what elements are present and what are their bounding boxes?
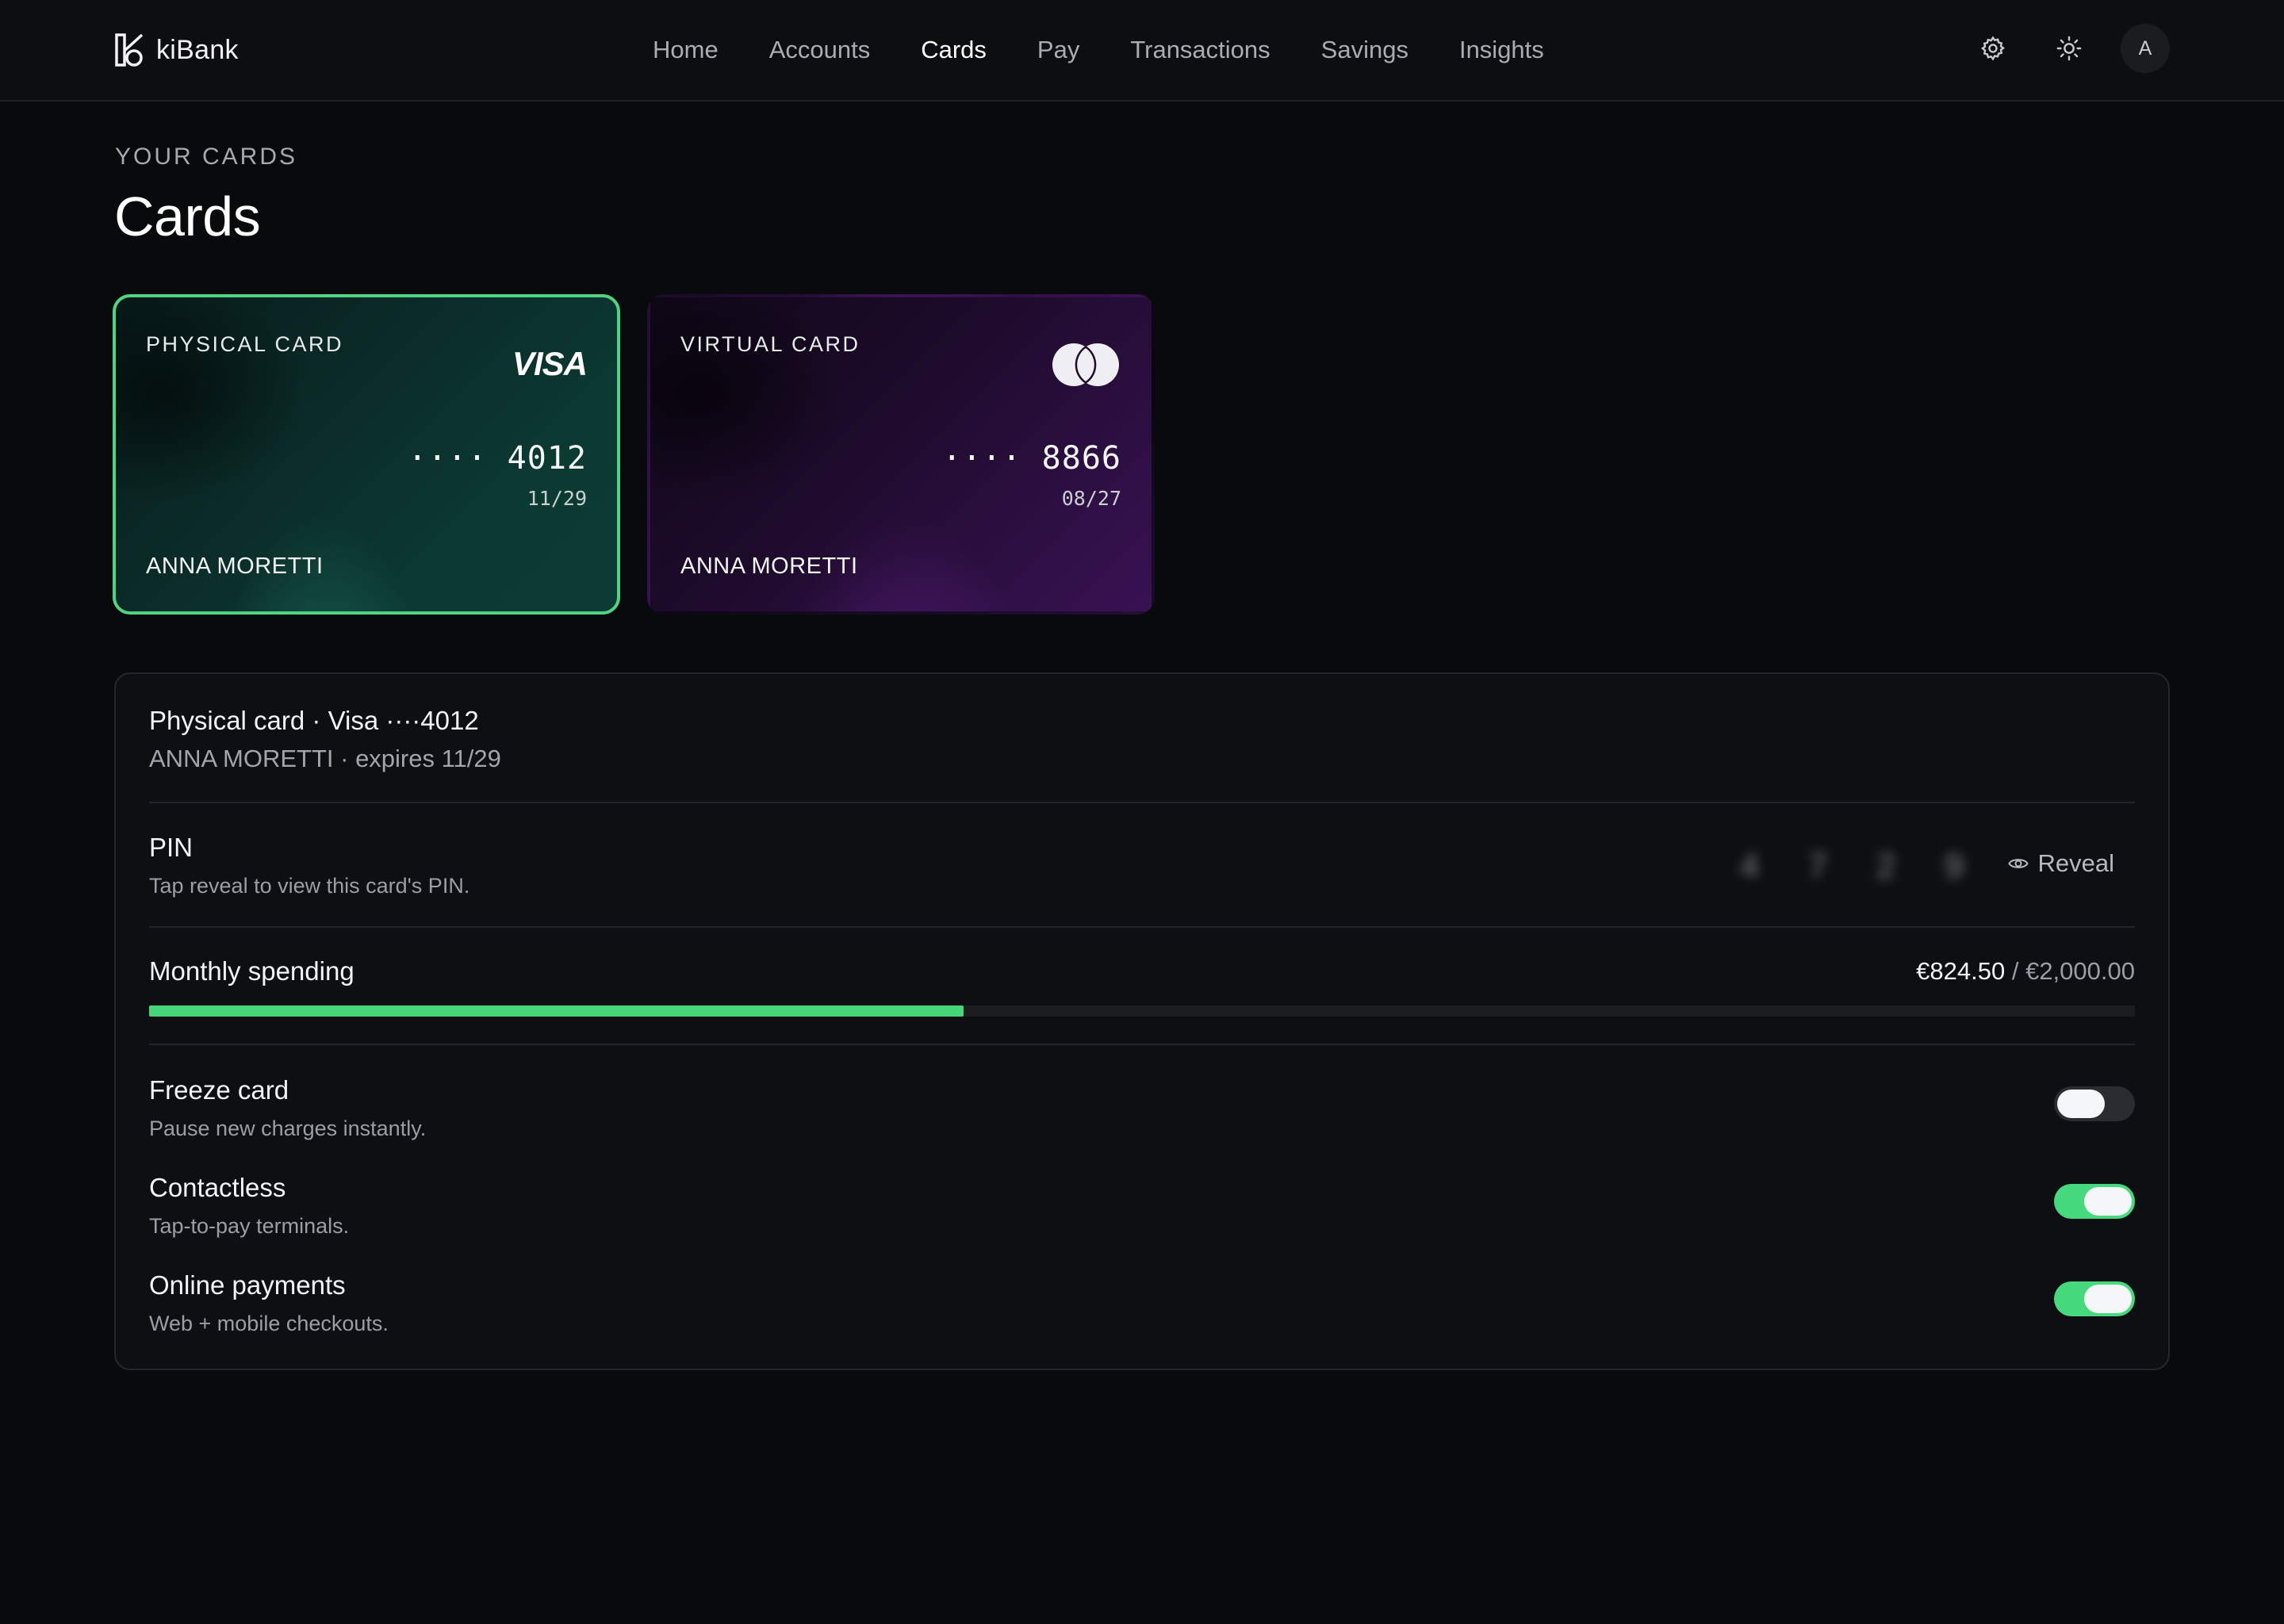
card-type-label: PHYSICAL CARD [146, 332, 344, 356]
pin-digit: 7 [1807, 847, 1828, 886]
gear-icon [1981, 36, 2006, 61]
mastercard-logo-icon [1052, 343, 1119, 386]
brand-logo[interactable]: kiBank [113, 32, 239, 68]
divider [149, 926, 2135, 928]
online-payments-toggle[interactable] [2054, 1281, 2135, 1316]
spending-current: €824.50 [1916, 957, 2006, 985]
divider [149, 1044, 2135, 1045]
online-payments-label: Online payments [149, 1270, 346, 1300]
nav-savings[interactable]: Savings [1321, 36, 1408, 64]
reveal-pin-button[interactable]: Reveal [2007, 849, 2115, 878]
settings-button[interactable] [1968, 24, 2018, 73]
card-expiry: 08/27 [1061, 487, 1121, 510]
pin-digit: 2 [1876, 847, 1896, 886]
nav-home[interactable]: Home [653, 36, 719, 64]
page-eyebrow: YOUR CARDS [115, 144, 298, 170]
freeze-card-toggle[interactable] [2054, 1086, 2135, 1121]
toggle-knob [2057, 1090, 2105, 1118]
theme-toggle-button[interactable] [2044, 24, 2094, 73]
main-nav: Home Accounts Cards Pay Transactions Sav… [653, 0, 1595, 100]
pin-digit: 4 [1739, 847, 1760, 886]
card-number: ···· 4012 [408, 440, 587, 477]
card-holder: ANNA MORETTI [680, 553, 858, 579]
kibank-logo-icon [115, 33, 144, 67]
spending-progress-bar [149, 1005, 2135, 1017]
card-details-panel: Physical card · Visa ····4012 ANNA MORET… [114, 672, 2170, 1370]
nav-insights[interactable]: Insights [1459, 36, 1544, 64]
top-bar: kiBank Home Accounts Cards Pay Transacti… [0, 0, 2284, 102]
contactless-label: Contactless [149, 1173, 286, 1202]
nav-pay[interactable]: Pay [1037, 36, 1079, 64]
pin-digit: 9 [1944, 847, 1964, 886]
toggle-knob [2084, 1285, 2132, 1313]
virtual-card[interactable]: VIRTUAL CARD ···· 8866 08/27 ANNA MORETT… [647, 294, 1155, 615]
card-expiry: 11/29 [527, 487, 587, 510]
toggle-knob [2084, 1187, 2132, 1216]
page-title: Cards [114, 186, 261, 247]
spending-limit: €2,000.00 [2025, 957, 2135, 985]
contactless-toggle[interactable] [2054, 1184, 2135, 1219]
spending-amount: €824.50 / €2,000.00 [1916, 957, 2135, 986]
eye-icon [2007, 859, 2029, 868]
pin-hint: Tap reveal to view this card's PIN. [149, 874, 470, 898]
card-type-label: VIRTUAL CARD [680, 332, 860, 356]
nav-accounts[interactable]: Accounts [769, 36, 871, 64]
online-payments-hint: Web + mobile checkouts. [149, 1312, 389, 1335]
freeze-card-label: Freeze card [149, 1075, 289, 1105]
spending-separator: / [2011, 957, 2019, 985]
header-actions: A [1968, 24, 2170, 73]
nav-transactions[interactable]: Transactions [1130, 36, 1270, 64]
details-subtitle: ANNA MORETTI · expires 11/29 [149, 745, 501, 772]
freeze-card-hint: Pause new charges instantly. [149, 1116, 427, 1140]
visa-logo: VISA [512, 345, 588, 382]
card-number: ···· 8866 [942, 440, 1121, 477]
pin-label: PIN [149, 833, 194, 862]
sun-icon [2056, 36, 2082, 61]
app-name: kiBank [156, 34, 239, 65]
nav-cards[interactable]: Cards [921, 36, 987, 64]
spending-progress-fill [149, 1005, 964, 1017]
monthly-spending-label: Monthly spending [149, 956, 354, 986]
card-holder: ANNA MORETTI [146, 553, 324, 579]
contactless-hint: Tap-to-pay terminals. [149, 1214, 350, 1238]
reveal-label: Reveal [2037, 849, 2115, 877]
pin-digits: 4 7 2 9 [1735, 847, 1968, 887]
avatar[interactable]: A [2121, 24, 2170, 73]
details-title: Physical card · Visa ····4012 [149, 706, 479, 735]
divider [149, 802, 2135, 803]
physical-card[interactable]: PHYSICAL CARD VISA ···· 4012 11/29 ANNA … [113, 294, 620, 615]
